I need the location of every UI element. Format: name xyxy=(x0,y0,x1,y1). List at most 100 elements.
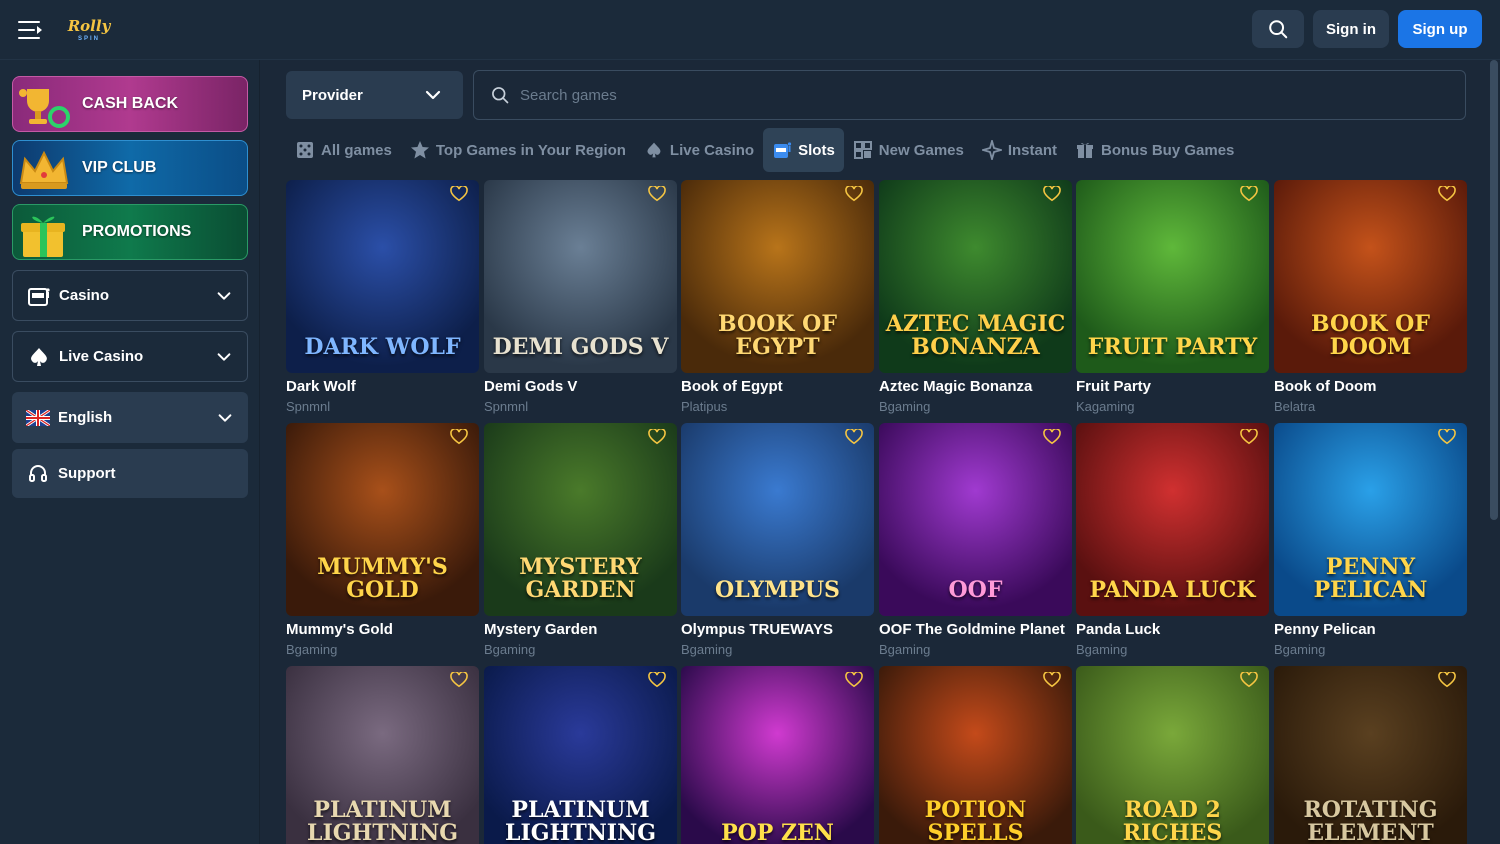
favorite-heart-icon[interactable] xyxy=(648,672,666,688)
tab-slots[interactable]: Slots xyxy=(763,128,844,172)
game-thumbnail[interactable]: MUMMY'S GOLD xyxy=(286,423,479,616)
sign-up-button[interactable]: Sign up xyxy=(1398,10,1482,48)
game-thumbnail[interactable]: PLATINUM LIGHTNING xyxy=(286,666,479,844)
game-name[interactable]: Olympus TRUEWAYS xyxy=(681,621,874,638)
game-card[interactable]: AZTEC MAGIC BONANZA Aztec Magic Bonanza Bg… xyxy=(879,180,1072,414)
tab-instant[interactable]: Instant xyxy=(973,128,1066,172)
favorite-heart-icon[interactable] xyxy=(1240,186,1258,202)
favorite-heart-icon[interactable] xyxy=(1043,186,1061,202)
game-card[interactable]: MYSTERY GARDEN Mystery Garden Bgaming xyxy=(484,423,677,657)
tab-new-games[interactable]: New Games xyxy=(844,128,973,172)
favorite-heart-icon[interactable] xyxy=(648,429,666,445)
game-name[interactable]: Book of Doom xyxy=(1274,378,1467,395)
game-card[interactable]: FRUIT PARTY Fruit Party Kagaming xyxy=(1076,180,1269,414)
cash-back-banner[interactable]: CASH BACK xyxy=(12,76,248,132)
tab-label: Top Games in Your Region xyxy=(435,141,626,159)
game-thumbnail[interactable]: DARK WOLF xyxy=(286,180,479,373)
provider-label: Provider xyxy=(302,86,363,104)
game-art-title: AZTEC MAGIC BONANZA xyxy=(885,310,1066,360)
favorite-heart-icon[interactable] xyxy=(450,186,468,202)
game-card[interactable]: PANDA LUCK Panda Luck Bgaming xyxy=(1076,423,1269,657)
page-scrollbar[interactable] xyxy=(1490,60,1498,520)
vip-club-label: VIP CLUB xyxy=(82,159,157,176)
game-thumbnail[interactable]: OOF xyxy=(879,423,1072,616)
header-search-button[interactable] xyxy=(1252,10,1304,48)
favorite-heart-icon[interactable] xyxy=(1240,672,1258,688)
favorite-heart-icon[interactable] xyxy=(450,672,468,688)
tab-label: Live Casino xyxy=(669,141,755,159)
promotions-banner[interactable]: PROMOTIONS xyxy=(12,204,248,260)
game-name[interactable]: Dark Wolf xyxy=(286,378,479,395)
game-thumbnail[interactable]: FRUIT PARTY xyxy=(1076,180,1269,373)
game-thumbnail[interactable]: OLYMPUS xyxy=(681,423,874,616)
game-art-title: MYSTERY GARDEN xyxy=(519,553,642,603)
game-name[interactable]: Fruit Party xyxy=(1076,378,1269,395)
game-name[interactable]: Mummy's Gold xyxy=(286,621,479,638)
game-thumbnail[interactable]: PENNY PELICAN xyxy=(1274,423,1467,616)
game-card[interactable]: ROTATING ELEMENT xyxy=(1274,666,1467,844)
uk-flag-icon xyxy=(26,406,50,430)
tab-top-games[interactable]: Top Games in Your Region xyxy=(401,128,635,172)
sidebar-item-support[interactable]: Support xyxy=(12,449,248,498)
spade-icon xyxy=(644,140,664,160)
sidebar-item-casino[interactable]: Casino xyxy=(12,270,248,321)
game-name[interactable]: Book of Egypt xyxy=(681,378,874,395)
game-thumbnail[interactable]: MYSTERY GARDEN xyxy=(484,423,677,616)
game-name[interactable]: Mystery Garden xyxy=(484,621,677,638)
favorite-heart-icon[interactable] xyxy=(845,429,863,445)
game-name[interactable]: Panda Luck xyxy=(1076,621,1269,638)
favorite-heart-icon[interactable] xyxy=(845,672,863,688)
menu-icon[interactable] xyxy=(18,19,44,41)
game-card[interactable]: BOOK OF DOOM Book of Doom Belatra xyxy=(1274,180,1467,414)
chevron-down-icon xyxy=(425,90,441,100)
favorite-heart-icon[interactable] xyxy=(1438,186,1456,202)
game-card[interactable]: ROAD 2 RICHES xyxy=(1076,666,1269,844)
game-card[interactable]: PLATINUM LIGHTNING xyxy=(484,666,677,844)
tab-live-casino[interactable]: Live Casino xyxy=(635,128,763,172)
site-logo[interactable]: Rolly SPIN xyxy=(66,10,112,50)
game-card[interactable]: DARK WOLF Dark Wolf Spnmnl xyxy=(286,180,479,414)
game-card[interactable]: OOF OOF The Goldmine Planet Bgaming xyxy=(879,423,1072,657)
sign-in-button[interactable]: Sign in xyxy=(1313,10,1389,48)
favorite-heart-icon[interactable] xyxy=(1043,429,1061,445)
game-name[interactable]: OOF The Goldmine Planet xyxy=(879,621,1072,638)
tab-all-games[interactable]: All games xyxy=(286,128,401,172)
game-thumbnail[interactable]: PANDA LUCK xyxy=(1076,423,1269,616)
game-card[interactable]: PLATINUM LIGHTNING xyxy=(286,666,479,844)
favorite-heart-icon[interactable] xyxy=(1438,429,1456,445)
game-thumbnail[interactable]: ROAD 2 RICHES xyxy=(1076,666,1269,844)
favorite-heart-icon[interactable] xyxy=(1438,672,1456,688)
favorite-heart-icon[interactable] xyxy=(1043,672,1061,688)
provider-dropdown[interactable]: Provider xyxy=(286,71,463,119)
game-card[interactable]: DEMI GODS V Demi Gods V Spnmnl xyxy=(484,180,677,414)
favorite-heart-icon[interactable] xyxy=(648,186,666,202)
game-card[interactable]: BOOK OF EGYPT Book of Egypt Platipus xyxy=(681,180,874,414)
game-card[interactable]: MUMMY'S GOLD Mummy's Gold Bgaming xyxy=(286,423,479,657)
favorite-heart-icon[interactable] xyxy=(1240,429,1258,445)
vip-club-banner[interactable]: VIP CLUB xyxy=(12,140,248,196)
game-card[interactable]: OLYMPUS Olympus TRUEWAYS Bgaming xyxy=(681,423,874,657)
search-games-input[interactable] xyxy=(520,71,1420,119)
game-card[interactable]: POP ZEN xyxy=(681,666,874,844)
game-art-title: PLATINUM LIGHTNING xyxy=(504,796,656,844)
favorite-heart-icon[interactable] xyxy=(450,429,468,445)
game-thumbnail[interactable]: BOOK OF EGYPT xyxy=(681,180,874,373)
sidebar-item-live-casino[interactable]: Live Casino xyxy=(12,331,248,382)
game-name[interactable]: Aztec Magic Bonanza xyxy=(879,378,1072,395)
game-thumbnail[interactable]: ROTATING ELEMENT xyxy=(1274,666,1467,844)
game-card[interactable]: PENNY PELICAN Penny Pelican Bgaming xyxy=(1274,423,1467,657)
tab-bonus-buy[interactable]: Bonus Buy Games xyxy=(1066,128,1243,172)
game-thumbnail[interactable]: AZTEC MAGIC BONANZA xyxy=(879,180,1072,373)
game-thumbnail[interactable]: DEMI GODS V xyxy=(484,180,677,373)
game-card[interactable]: POTION SPELLS xyxy=(879,666,1072,844)
game-name[interactable]: Penny Pelican xyxy=(1274,621,1467,638)
game-name[interactable]: Demi Gods V xyxy=(484,378,677,395)
dice-icon xyxy=(295,140,315,160)
search-games-box[interactable] xyxy=(473,70,1466,120)
game-thumbnail[interactable]: BOOK OF DOOM xyxy=(1274,180,1467,373)
game-thumbnail[interactable]: PLATINUM LIGHTNING xyxy=(484,666,677,844)
language-selector[interactable]: English xyxy=(12,392,248,443)
favorite-heart-icon[interactable] xyxy=(845,186,863,202)
game-thumbnail[interactable]: POTION SPELLS xyxy=(879,666,1072,844)
game-thumbnail[interactable]: POP ZEN xyxy=(681,666,874,844)
